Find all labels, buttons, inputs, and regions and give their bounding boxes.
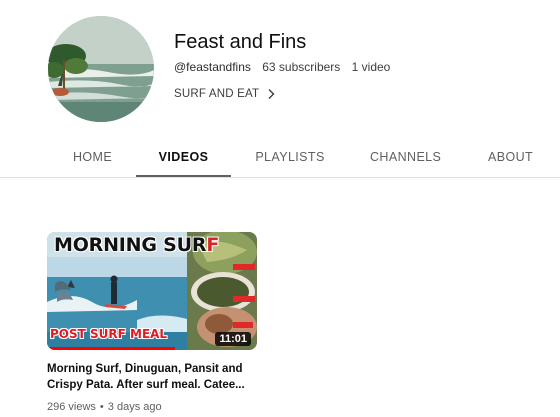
tab-channels[interactable]: CHANNELS	[370, 140, 441, 177]
channel-avatar[interactable]	[48, 16, 154, 122]
subscriber-count: 63 subscribers	[262, 60, 341, 74]
tab-about[interactable]: ABOUT	[488, 140, 533, 177]
tab-home[interactable]: HOME	[73, 140, 112, 177]
watch-progress-bar	[47, 347, 176, 350]
separator-dot: •	[99, 401, 104, 413]
tab-videos[interactable]: VIDEOS	[136, 140, 231, 177]
upload-age: 3 days ago	[107, 401, 162, 413]
video-duration: 11:01	[215, 332, 251, 346]
channel-description-link[interactable]: SURF AND EAT	[174, 86, 277, 102]
chevron-right-icon	[268, 89, 275, 99]
video-title[interactable]: Morning Surf, Dinuguan, Pansit and Crisp…	[47, 361, 257, 393]
channel-handle: @feastandfins	[174, 60, 251, 74]
video-card[interactable]: MORNING SURF POST SURF MEAL 11:01 Mornin…	[47, 232, 257, 413]
channel-header: Feast and Fins @feastandfins 63 subscrib…	[0, 0, 560, 135]
thumbnail-caption-top: MORNING SURF	[54, 234, 220, 256]
video-thumbnail[interactable]: MORNING SURF POST SURF MEAL 11:01	[47, 232, 257, 350]
channel-title: Feast and Fins	[174, 31, 307, 53]
channel-tagline: SURF AND EAT	[174, 88, 260, 100]
tab-playlists[interactable]: PLAYLISTS	[254, 140, 326, 177]
avatar-image	[48, 16, 154, 122]
video-metadata: 296 views • 3 days ago	[47, 401, 257, 413]
channel-tabs: HOME VIDEOS PLAYLISTS CHANNELS ABOUT	[0, 140, 560, 178]
channel-meta: @feastandfins 63 subscribers 1 video	[174, 60, 398, 74]
video-count: 1 video	[351, 60, 391, 74]
thumbnail-caption-bottom: POST SURF MEAL	[50, 327, 168, 341]
view-count: 296 views	[47, 401, 96, 413]
